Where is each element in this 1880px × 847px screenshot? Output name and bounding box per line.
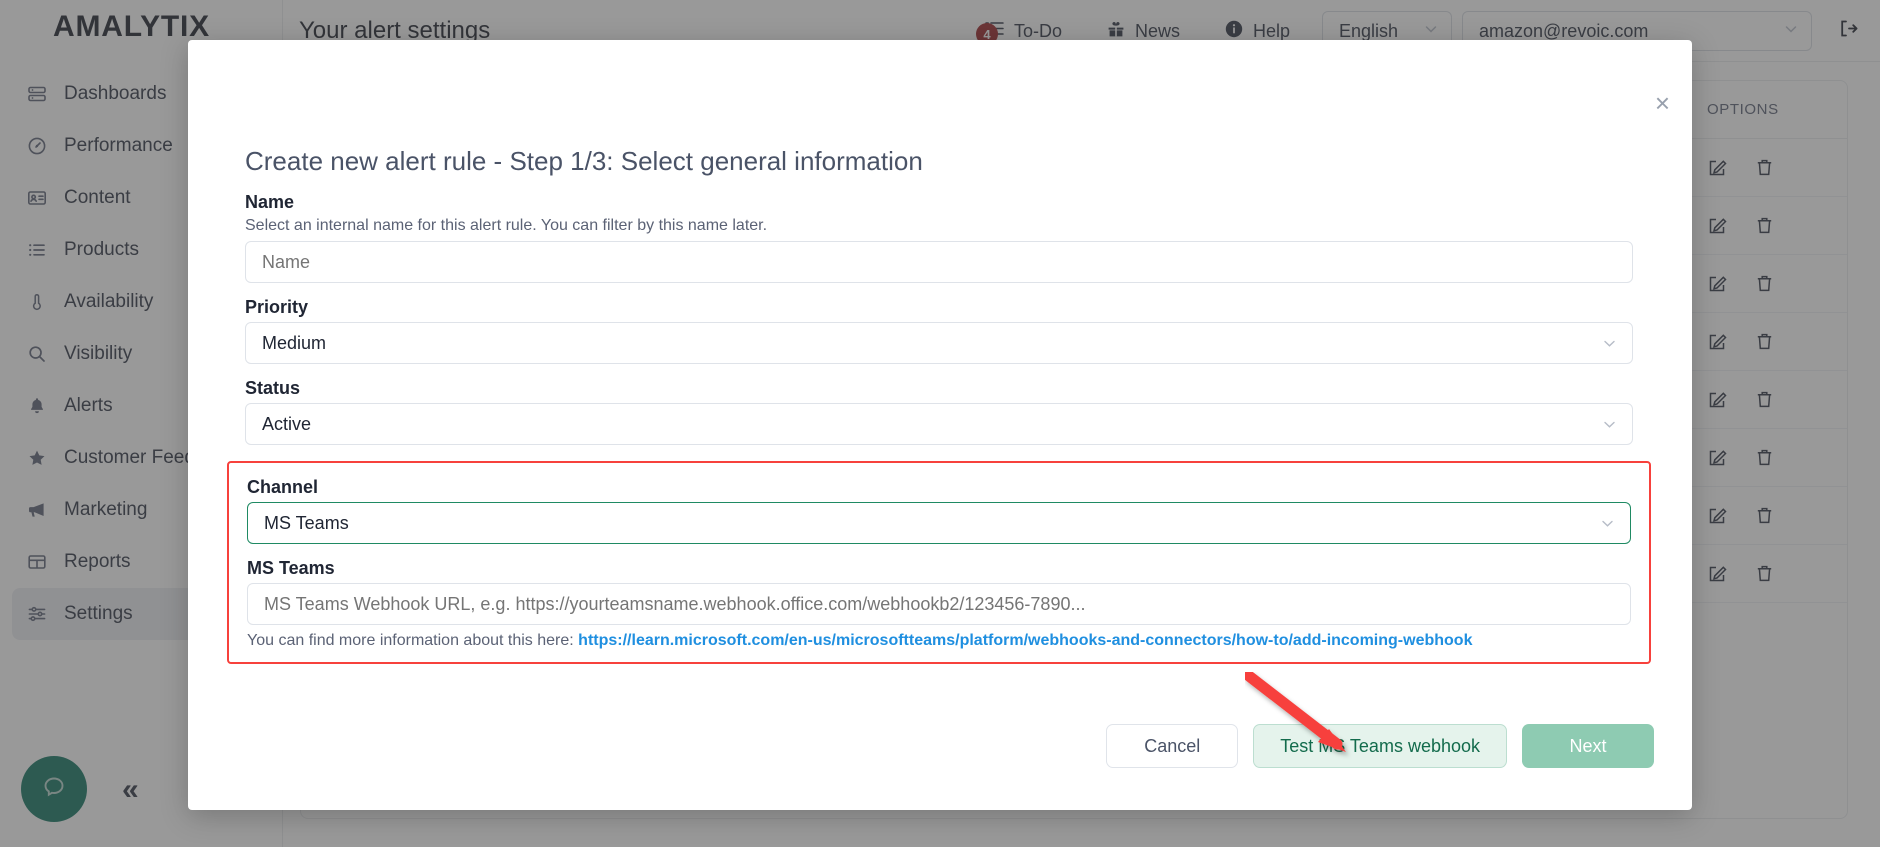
webhook-label: MS Teams (247, 558, 1631, 579)
status-value: Active (262, 414, 311, 435)
channel-value: MS Teams (264, 513, 349, 534)
field-channel: Channel MS Teams (247, 477, 1631, 544)
name-input[interactable] (245, 241, 1633, 283)
create-alert-rule-modal: × Create new alert rule - Step 1/3: Sele… (188, 40, 1692, 810)
next-button[interactable]: Next (1522, 724, 1654, 768)
name-help-text: Select an internal name for this alert r… (245, 217, 1633, 235)
priority-value: Medium (262, 333, 326, 354)
priority-label: Priority (245, 297, 1633, 318)
channel-highlight-region: Channel MS Teams MS Teams You can find m… (227, 461, 1651, 664)
modal-title: Create new alert rule - Step 1/3: Select… (245, 146, 923, 177)
alert-rule-form: Name Select an internal name for this al… (245, 192, 1633, 664)
webhook-hint-prefix: You can find more information about this… (247, 632, 578, 649)
test-ms-teams-webhook-button[interactable]: Test MS Teams webhook (1253, 724, 1507, 768)
field-name: Name Select an internal name for this al… (245, 192, 1633, 283)
webhook-url-input[interactable] (247, 583, 1631, 625)
webhook-docs-link[interactable]: https://learn.microsoft.com/en-us/micros… (578, 632, 1472, 649)
field-status: Status Active (245, 378, 1633, 445)
chevron-down-icon (1601, 416, 1618, 433)
chevron-down-icon (1601, 335, 1618, 352)
chevron-down-icon (1599, 515, 1616, 532)
field-webhook: MS Teams You can find more information a… (247, 558, 1631, 650)
status-select[interactable]: Active (245, 403, 1633, 445)
priority-select[interactable]: Medium (245, 322, 1633, 364)
name-label: Name (245, 192, 1633, 213)
channel-select[interactable]: MS Teams (247, 502, 1631, 544)
modal-footer: Cancel Test MS Teams webhook Next (1106, 724, 1654, 768)
channel-label: Channel (247, 477, 1631, 498)
status-label: Status (245, 378, 1633, 399)
webhook-hint: You can find more information about this… (247, 632, 1631, 650)
field-priority: Priority Medium (245, 297, 1633, 364)
cancel-button[interactable]: Cancel (1106, 724, 1238, 768)
close-icon[interactable]: × (1655, 90, 1670, 116)
